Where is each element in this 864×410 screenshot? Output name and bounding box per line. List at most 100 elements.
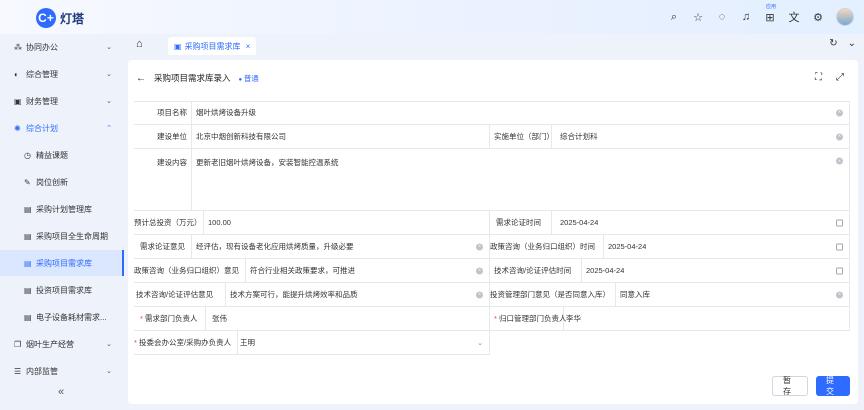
- demand-head-field[interactable]: 张伟: [206, 307, 490, 331]
- sidebar-item-innovation[interactable]: ✎ 岗位创新: [0, 169, 124, 195]
- sidebar-item-label: 采购项目全生命周期: [36, 231, 108, 241]
- clock-icon: ◷: [24, 150, 31, 160]
- share-icon: ⁂: [14, 42, 22, 52]
- save-button[interactable]: 暂存: [772, 376, 808, 396]
- logo[interactable]: C+ 灯塔: [36, 8, 84, 28]
- committee-label: 投委会办公室/采购办负责人: [134, 331, 238, 355]
- sidebar-item-supervision[interactable]: ☰ 内部监管 ⌄: [0, 358, 124, 384]
- clear-icon[interactable]: ×: [836, 109, 843, 116]
- chevron-down-icon: ⌄: [106, 44, 112, 51]
- demand-head-label: 需求部门负责人: [134, 307, 206, 331]
- demand-opinion-field[interactable]: 经评估，现有设备老化应用烘烤质量，升级必要 ×: [192, 235, 490, 259]
- sidebar-item-invest-demand[interactable]: ▤ 投资项目需求库: [0, 277, 124, 303]
- sidebar-item-electronic[interactable]: ▤ 电子设备耗材需求...: [0, 304, 124, 330]
- clear-icon[interactable]: ×: [476, 243, 483, 250]
- tech-opinion-label: 技术咨询/论证评估意见: [134, 283, 226, 307]
- settings-icon[interactable]: ⚙: [806, 8, 830, 26]
- tab-actions: ↻ ⌄: [829, 38, 856, 49]
- project-name-label: 项目名称: [134, 101, 192, 125]
- clear-icon[interactable]: ×: [836, 157, 843, 165]
- demand-opinion-label: 需求论证意见: [134, 235, 192, 259]
- half-circle-icon: ◐: [14, 69, 19, 79]
- fullscreen-icon[interactable]: ⛶: [815, 72, 822, 83]
- sidebar-item-collaboration[interactable]: ⁂ 协同办公 ⌄: [0, 34, 124, 60]
- build-unit-field[interactable]: 北京中烟创新科技有限公司: [192, 125, 490, 149]
- calendar-icon[interactable]: [836, 243, 843, 250]
- tech-opinion-field[interactable]: 技术方案可行，能提升烘烤效率和品质 ×: [226, 283, 490, 307]
- chevron-down-icon[interactable]: ⌄: [848, 38, 856, 49]
- chevron-down-icon[interactable]: ⌄: [477, 339, 483, 347]
- sidebar-item-tobacco[interactable]: ❐ 烟叶生产经营 ⌄: [0, 331, 124, 357]
- doc-icon: ▤: [24, 258, 32, 268]
- chevron-down-icon: ⌄: [106, 98, 112, 105]
- sidebar-item-label: 投资项目需求库: [36, 285, 92, 295]
- clear-icon[interactable]: ×: [836, 291, 843, 298]
- content-label: 建设内容: [134, 149, 192, 211]
- top-bar: C+ 灯塔 ⌕ ☆ ◌ ♫ ⊞ 应用 文 ⚙: [0, 0, 864, 34]
- invest-dept-field[interactable]: 同意入库 ×: [616, 283, 850, 307]
- sidebar-item-procure-lifecycle[interactable]: ▤ 采购项目全生命周期: [0, 223, 124, 249]
- sidebar-item-general[interactable]: ◐ 综合管理 ⌄: [0, 61, 124, 87]
- translate-icon[interactable]: 文: [782, 8, 806, 26]
- chevron-down-icon: ⌄: [106, 341, 112, 348]
- calendar-icon[interactable]: [836, 267, 843, 274]
- logo-mark: C+: [36, 8, 56, 28]
- copy-icon: ❐: [14, 339, 22, 349]
- sidebar-item-lean[interactable]: ◷ 精益课题: [0, 142, 124, 168]
- collapse-sidebar-icon[interactable]: «: [58, 386, 64, 398]
- apps-icon[interactable]: ⊞ 应用: [758, 4, 782, 26]
- tab-label: 采购项目需求库: [184, 41, 241, 51]
- invest-field[interactable]: 100.00: [204, 211, 490, 235]
- chat-icon[interactable]: ◌: [710, 8, 734, 26]
- sidebar-item-label: 内部监管: [26, 366, 58, 376]
- sidebar-item-procure-plan[interactable]: ▤ 采购计划管理库: [0, 196, 124, 222]
- page-header: ← 采购项目需求库录入 普通: [136, 72, 259, 84]
- doc-icon: ▤: [24, 231, 32, 241]
- project-name-field[interactable]: 烟叶烘烤设备升级 ×: [192, 101, 850, 125]
- back-arrow-icon[interactable]: ←: [136, 73, 146, 84]
- clear-icon[interactable]: ×: [836, 133, 843, 140]
- home-icon[interactable]: ⌂: [136, 38, 143, 50]
- sidebar-item-label: 精益课题: [36, 150, 68, 160]
- chevron-down-icon: ⌄: [106, 71, 112, 78]
- doc-icon: ▤: [24, 312, 32, 322]
- sidebar-item-label: 烟叶生产经营: [26, 339, 74, 349]
- sun-icon: ✺: [14, 123, 21, 133]
- sidebar-item-finance[interactable]: ▣ 财务管理 ⌄: [0, 88, 124, 114]
- tab-procure-demand[interactable]: ▣ 采购项目需求库 ×: [168, 37, 257, 55]
- demand-date-label: 需求论证时间: [490, 211, 552, 235]
- sidebar-item-procure-demand[interactable]: ▤ 采购项目需求库: [0, 250, 124, 276]
- sidebar-item-label: 综合计划: [26, 123, 58, 133]
- policy-time-label: 政策咨询（业务归口组织）时间: [490, 235, 604, 259]
- sidebar-item-plan[interactable]: ✺ 综合计划 ⌃: [0, 115, 124, 141]
- avatar[interactable]: [836, 8, 854, 26]
- doc-icon: ▤: [24, 285, 32, 295]
- committee-field[interactable]: 王明 ⌄: [238, 331, 490, 355]
- calendar-icon[interactable]: [836, 219, 843, 226]
- refresh-icon[interactable]: ↻: [829, 38, 837, 49]
- invest-label: 预计总投资（万元）: [134, 211, 204, 235]
- central-head-field[interactable]: 李华: [564, 307, 850, 331]
- expand-icon[interactable]: ⤢: [836, 72, 844, 83]
- demand-date-field[interactable]: 2025-04-24: [552, 211, 850, 235]
- tech-time-field[interactable]: 2025-04-24: [582, 259, 850, 283]
- submit-button[interactable]: 提交: [816, 376, 850, 396]
- impl-unit-field[interactable]: 综合计划科 ×: [552, 125, 850, 149]
- clear-icon[interactable]: ×: [476, 291, 483, 298]
- list-icon: ☰: [14, 366, 22, 376]
- search-icon[interactable]: ⌕: [662, 8, 686, 26]
- close-icon[interactable]: ×: [246, 42, 251, 51]
- sidebar-item-label: 采购计划管理库: [36, 204, 92, 214]
- policy-time-field[interactable]: 2025-04-24: [604, 235, 850, 259]
- build-unit-label: 建设单位: [134, 125, 192, 149]
- tech-time-label: 技术咨询/论证评估时间: [490, 259, 582, 283]
- policy-opinion-field[interactable]: 符合行业相关政策要求，可推进 ×: [246, 259, 490, 283]
- demand-form: 项目名称 烟叶烘烤设备升级 × 建设单位 北京中烟创新科技有限公司 实施单位（部门…: [134, 101, 850, 355]
- star-icon[interactable]: ☆: [686, 8, 710, 26]
- sidebar: ⁂ 协同办公 ⌄ ◐ 综合管理 ⌄ ▣ 财务管理 ⌄ ✺ 综合计划 ⌃ ◷ 精益课题 ✎ 岗位创新 …: [0, 34, 124, 410]
- clear-icon[interactable]: ×: [476, 267, 483, 274]
- content-field[interactable]: 更新老旧烟叶烘烤设备，安装智能控温系统 ×: [192, 149, 850, 211]
- central-head-label: 归口管理部门负责人: [490, 307, 567, 331]
- bell-icon[interactable]: ♫: [734, 8, 758, 26]
- header-icons: ⛶ ⤢: [815, 72, 844, 83]
